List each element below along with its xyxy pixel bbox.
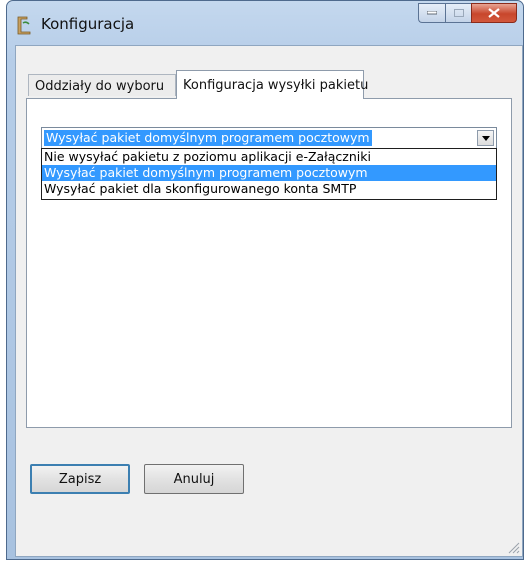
send-method-select[interactable]: Wysyłać pakiet domyślnym programem poczt… [41, 127, 497, 149]
config-window: Konfiguracja Oddziały do wyboru Konfigur… [6, 0, 524, 560]
tab-oddzialy[interactable]: Oddziały do wyboru [28, 74, 176, 96]
client-area: Oddziały do wyboru Konfiguracja wysyłki … [15, 45, 523, 557]
close-button[interactable] [471, 3, 517, 23]
window-title: Konfiguracja [41, 15, 135, 33]
tab-panel: Wysyłać pakiet domyślnym programem poczt… [26, 98, 512, 428]
dropdown-list: Nie wysyłać pakietu z poziomu aplikacji … [41, 148, 497, 200]
minimize-button[interactable] [418, 3, 445, 23]
title-bar[interactable]: Konfiguracja [7, 1, 523, 45]
close-icon [488, 8, 500, 18]
minimize-icon [427, 11, 437, 15]
chevron-down-icon [481, 135, 490, 141]
dropdown-button[interactable] [477, 130, 494, 146]
caption-buttons [418, 3, 517, 23]
option-no-send[interactable]: Nie wysyłać pakietu z poziomu aplikacji … [42, 149, 496, 165]
save-button[interactable]: Zapisz [30, 464, 130, 494]
tab-konfiguracja-wysylki[interactable]: Konfiguracja wysyłki pakietu [176, 70, 368, 99]
resize-grip-icon[interactable] [506, 540, 520, 554]
option-default-mail[interactable]: Wysyłać pakiet domyślnym programem poczt… [42, 165, 496, 181]
app-icon [15, 15, 33, 35]
maximize-button[interactable] [445, 3, 471, 23]
cancel-button[interactable]: Anuluj [144, 464, 244, 494]
option-smtp[interactable]: Wysyłać pakiet dla skonfigurowanego kont… [42, 181, 496, 197]
select-value: Wysyłać pakiet domyślnym programem poczt… [44, 130, 372, 146]
maximize-icon [453, 9, 464, 17]
